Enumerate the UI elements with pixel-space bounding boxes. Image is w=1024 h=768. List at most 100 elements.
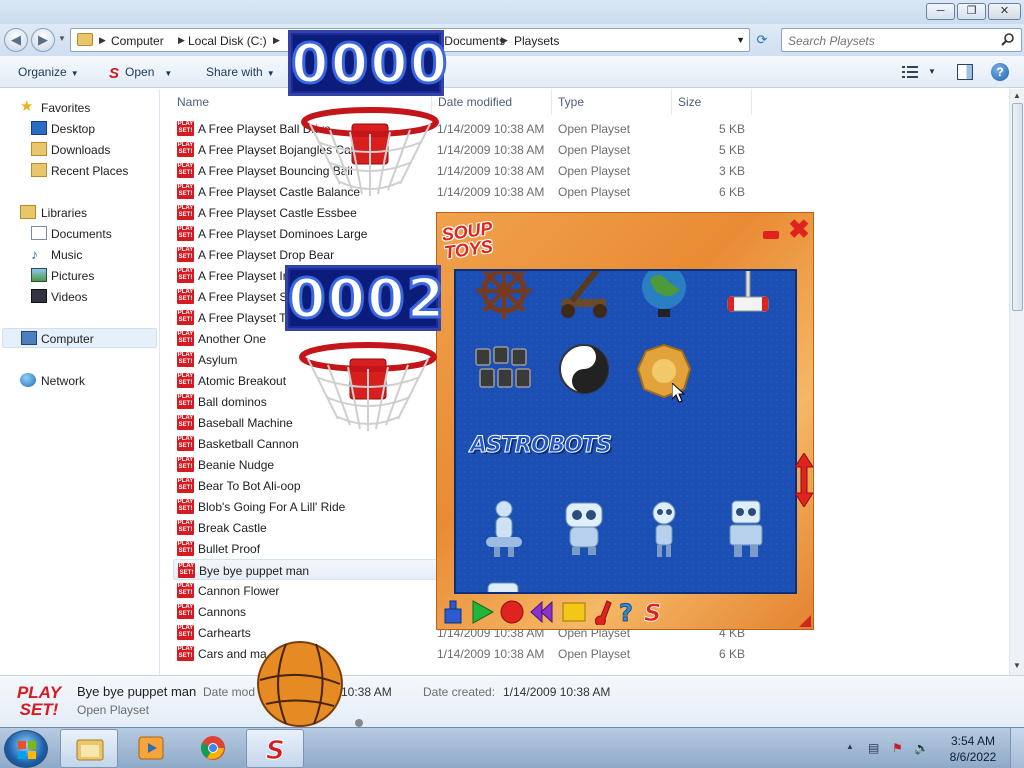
action-center-icon[interactable]: ⚑: [892, 741, 906, 755]
breadcrumb-separator-icon[interactable]: ▶: [99, 35, 106, 46]
open-menu[interactable]: S Open ▼: [109, 65, 172, 82]
breadcrumb-separator-icon[interactable]: ▶: [273, 35, 280, 46]
palette-toolbar: ? S: [441, 597, 811, 627]
downloads-folder-icon: [31, 142, 47, 156]
catapult-toy[interactable]: [552, 269, 616, 325]
taskbar-chrome[interactable]: [184, 729, 242, 768]
view-dropdown-arrow[interactable]: ▼: [928, 67, 936, 76]
ship-wheel-toy[interactable]: [472, 269, 536, 323]
nav-pictures[interactable]: Pictures: [0, 266, 158, 286]
soup-s-icon[interactable]: S: [641, 599, 667, 625]
taskbar-soup-toys[interactable]: S: [246, 729, 304, 768]
yellow-square-icon[interactable]: [561, 599, 587, 625]
scroll-down-arrow[interactable]: ▼: [1013, 661, 1021, 670]
nav-recent-places[interactable]: Recent Places: [0, 161, 158, 181]
soup-s-icon: S: [109, 65, 120, 82]
start-button[interactable]: [4, 730, 48, 768]
robot-2-toy[interactable]: [552, 497, 616, 561]
playset-file-icon: PLAY SET!: [178, 563, 195, 578]
record-icon[interactable]: [499, 599, 525, 625]
music-icon: ♪: [31, 246, 38, 262]
show-hidden-icons-arrow[interactable]: ▲: [846, 742, 854, 751]
column-divider[interactable]: [671, 89, 672, 115]
breadcrumb-playsets[interactable]: Playsets: [514, 34, 559, 48]
robot-partial-toy[interactable]: [480, 577, 544, 594]
share-with-menu[interactable]: Share with ▼: [206, 65, 275, 79]
search-input[interactable]: [788, 34, 988, 48]
view-options-icon[interactable]: [902, 66, 918, 78]
palette-minimize-button[interactable]: [763, 231, 779, 239]
details-file-type: Open Playset: [77, 703, 150, 717]
play-icon[interactable]: [469, 599, 495, 625]
breadcrumb-separator-icon[interactable]: ▶: [178, 35, 185, 46]
file-name: Break Castle: [198, 521, 267, 535]
recent-pages-dropdown[interactable]: ▼: [58, 34, 66, 43]
help-icon[interactable]: ?: [991, 63, 1009, 81]
nav-network[interactable]: Network: [0, 371, 158, 391]
vertical-scrollbar[interactable]: ▲ ▼: [1009, 89, 1024, 675]
show-desktop-button[interactable]: [1010, 728, 1024, 768]
playset-logo: PLAY SET!: [16, 683, 62, 719]
refresh-button[interactable]: ⟳: [752, 30, 772, 50]
file-row[interactable]: PLAY SET! A Free Playset Ball Drive 1/14/2…: [173, 118, 763, 139]
rewind-icon[interactable]: [529, 599, 555, 625]
nav-computer[interactable]: Computer: [2, 328, 157, 348]
file-row[interactable]: PLAY SET! A Free Playset Bojangles Castle…: [173, 139, 763, 160]
scroll-up-arrow[interactable]: ▲: [1013, 91, 1021, 100]
palette-close-button[interactable]: ✖: [787, 216, 811, 242]
address-dropdown[interactable]: ▼: [736, 35, 745, 45]
buckets-toy[interactable]: [470, 337, 534, 401]
breadcrumb-local-disk[interactable]: Local Disk (C:): [188, 34, 267, 48]
globe-toy[interactable]: [632, 269, 696, 323]
breadcrumb-computer[interactable]: Computer: [111, 34, 164, 48]
volume-icon[interactable]: 🔈: [914, 741, 929, 755]
toy-palette-window[interactable]: SOUP TOYS ✖ ASTROBOTS ? S: [436, 212, 814, 630]
column-divider[interactable]: [751, 89, 752, 115]
palette-scroll-arrows[interactable]: [795, 453, 813, 507]
column-divider[interactable]: [551, 89, 552, 115]
nav-libraries[interactable]: Libraries: [0, 203, 158, 223]
yin-yang-toy[interactable]: [552, 337, 616, 401]
column-header-name[interactable]: Name: [177, 95, 209, 109]
palette-resize-grip[interactable]: [799, 615, 811, 627]
robot-1-toy[interactable]: [472, 497, 536, 561]
nav-favorites[interactable]: ★ Favorites: [0, 98, 158, 118]
mallet-toy[interactable]: [716, 269, 780, 323]
forward-button[interactable]: ▶: [31, 28, 55, 52]
clock-time[interactable]: 3:54 AM: [944, 734, 1002, 748]
close-button[interactable]: ✕: [988, 3, 1021, 20]
svg-text:S: S: [644, 599, 661, 625]
gold-coin-toy[interactable]: [632, 339, 696, 403]
music-note-icon[interactable]: [591, 599, 617, 625]
back-button[interactable]: ◀: [4, 28, 28, 52]
file-row[interactable]: PLAY SET! A Free Playset Bouncing Ball 1/1…: [173, 160, 763, 181]
taskbar-media-player[interactable]: [122, 729, 180, 768]
column-header-size[interactable]: Size: [678, 95, 701, 109]
maximize-button[interactable]: ❐: [957, 3, 986, 20]
minimize-button[interactable]: ─: [926, 3, 955, 20]
search-box[interactable]: [781, 28, 1022, 52]
clock-date[interactable]: 8/6/2022: [944, 750, 1002, 764]
organize-menu[interactable]: Organize ▼: [18, 65, 79, 79]
help-icon[interactable]: ?: [615, 599, 641, 625]
robot-4-toy[interactable]: [714, 497, 778, 561]
nav-music[interactable]: ♪ Music: [0, 245, 158, 265]
column-header-date-modified[interactable]: Date modified: [438, 95, 512, 109]
search-icon[interactable]: [1000, 32, 1016, 48]
nav-documents[interactable]: Documents: [0, 224, 158, 244]
nav-downloads[interactable]: Downloads: [0, 140, 158, 160]
playset-file-icon: PLAY SET!: [177, 478, 194, 493]
taskbar-explorer[interactable]: [60, 729, 118, 768]
network-tray-icon[interactable]: ▤: [868, 741, 882, 755]
breadcrumb-separator-icon[interactable]: ▶: [501, 35, 508, 46]
scroll-thumb[interactable]: [1012, 103, 1023, 311]
nav-videos[interactable]: Videos: [0, 287, 158, 307]
column-header-type[interactable]: Type: [558, 95, 584, 109]
breadcrumb-documents[interactable]: Documents: [445, 34, 505, 48]
preview-pane-icon[interactable]: [957, 64, 973, 80]
file-row[interactable]: PLAY SET! A Free Playset Castle Balance 1/…: [173, 181, 763, 202]
nav-desktop[interactable]: Desktop: [0, 119, 158, 139]
file-size: 6 KB: [718, 647, 745, 661]
robot-3-toy[interactable]: [632, 497, 696, 561]
blue-block-tool-icon[interactable]: [441, 599, 467, 625]
